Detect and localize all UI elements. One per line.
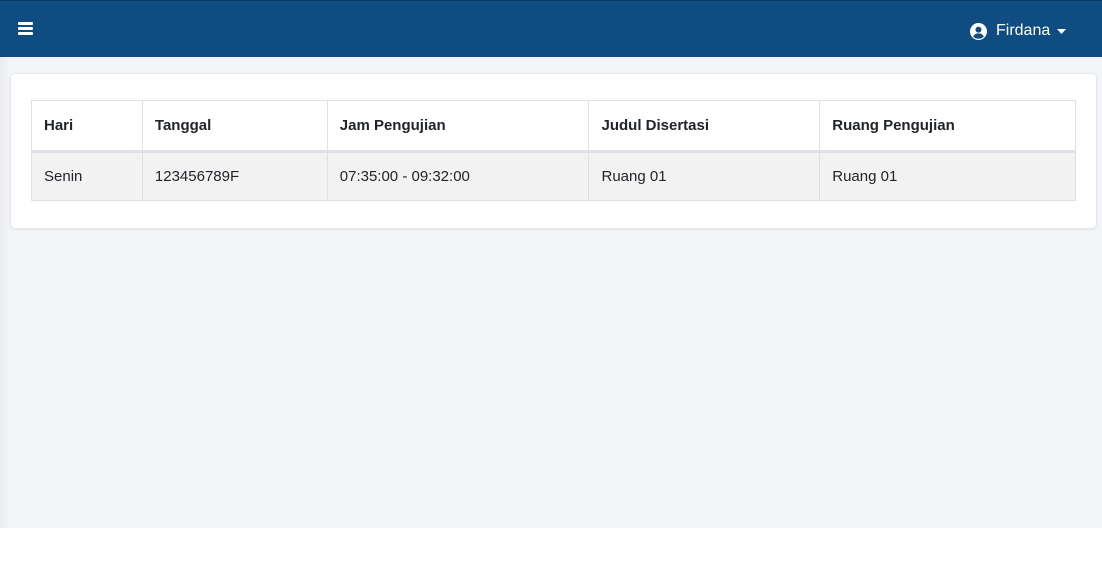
table-cell-ruang-pengujian: Ruang 01: [819, 151, 1076, 201]
schedule-card: Hari Tanggal Jam Pengujian Judul Diserta…: [11, 74, 1096, 228]
column-header-hari: Hari: [31, 100, 143, 153]
column-header-judul-disertasi: Judul Disertasi: [588, 100, 821, 153]
user-circle-icon: [970, 22, 987, 40]
table-cell-hari: Senin: [31, 151, 143, 201]
table-header-row: Hari Tanggal Jam Pengujian Judul Diserta…: [31, 100, 1076, 153]
top-navbar: Firdana: [0, 0, 1102, 57]
schedule-table: Hari Tanggal Jam Pengujian Judul Diserta…: [31, 100, 1076, 201]
hamburger-icon[interactable]: [18, 22, 34, 36]
table-cell-judul-disertasi: Ruang 01: [588, 151, 821, 201]
table-cell-jam-pengujian: 07:35:00 - 09:32:00: [326, 151, 590, 201]
table-row: Senin 123456789F 07:35:00 - 09:32:00 Rua…: [31, 151, 1076, 201]
table-cell-tanggal: 123456789F: [141, 151, 328, 201]
user-menu-dropdown[interactable]: Firdana: [970, 20, 1067, 42]
column-header-tanggal: Tanggal: [141, 100, 328, 153]
column-header-ruang-pengujian: Ruang Pengujian: [819, 100, 1076, 153]
column-header-jam-pengujian: Jam Pengujian: [326, 100, 590, 153]
caret-down-icon: [1057, 28, 1067, 34]
user-name: Firdana: [996, 22, 1051, 39]
